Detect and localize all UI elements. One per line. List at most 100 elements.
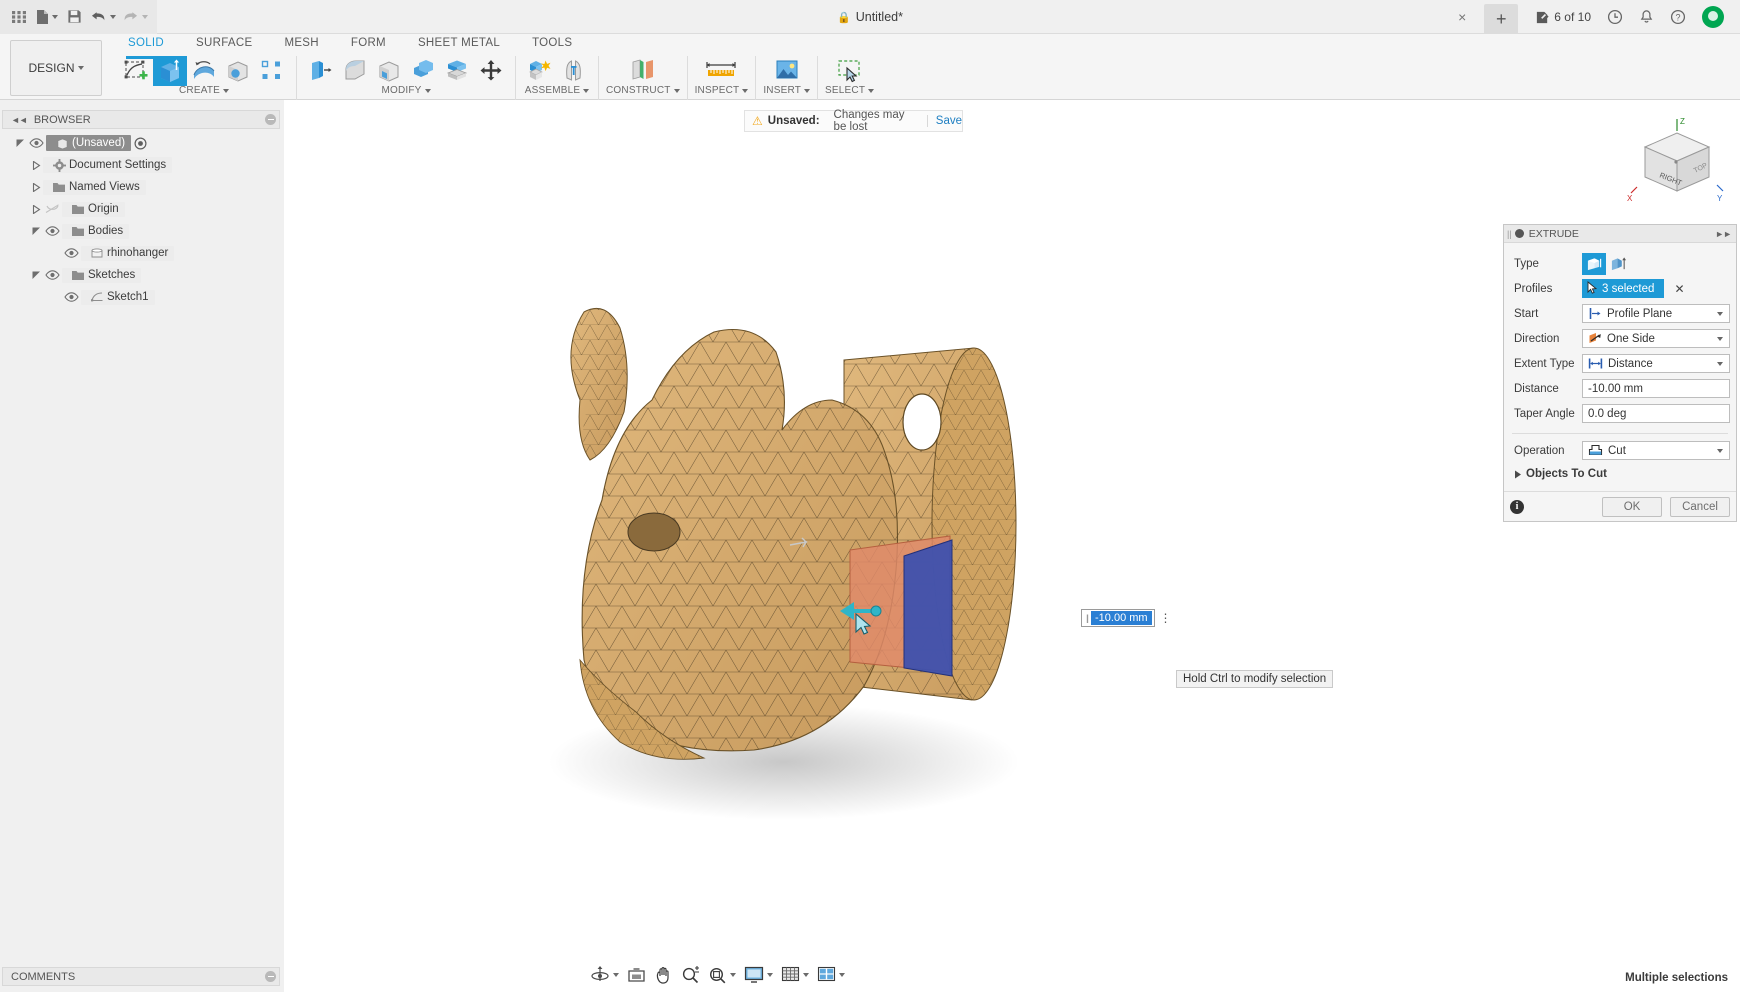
fillet-icon[interactable] xyxy=(338,56,372,86)
jobs-icon[interactable]: 6 of 10 xyxy=(1526,0,1599,34)
panel-label-inspect[interactable]: INSPECT xyxy=(695,85,749,96)
visibility-eye-off-icon[interactable] xyxy=(43,204,62,214)
twisty-open-icon[interactable] xyxy=(30,220,43,242)
chevron-down-icon[interactable] xyxy=(110,15,116,19)
extent-type-dropdown[interactable]: Distance xyxy=(1582,354,1730,373)
insert-image-icon[interactable] xyxy=(765,56,809,86)
orbit-icon[interactable] xyxy=(586,963,623,987)
tree-item-unsaved[interactable]: (Unsaved) xyxy=(0,132,283,154)
ok-button[interactable]: OK xyxy=(1602,497,1662,517)
chevron-down-icon[interactable] xyxy=(142,15,148,19)
chevron-down-icon[interactable] xyxy=(868,89,874,93)
taper-angle-input[interactable]: 0.0 deg xyxy=(1582,404,1730,423)
info-icon[interactable]: i xyxy=(1510,500,1524,514)
rectangular-pattern-icon[interactable] xyxy=(255,56,289,86)
clear-x-icon[interactable]: ✕ xyxy=(1674,282,1684,296)
more-options-icon[interactable]: ⋮ xyxy=(1158,609,1172,627)
zoom-icon[interactable] xyxy=(677,963,704,987)
extrude-edge-icon[interactable] xyxy=(1606,253,1630,275)
comments-panel[interactable]: COMMENTS xyxy=(2,967,280,986)
extrude-dialog-header[interactable]: || EXTRUDE ►► xyxy=(1504,225,1736,243)
chevron-down-icon[interactable] xyxy=(78,66,84,70)
collapse-icon[interactable] xyxy=(1515,229,1524,238)
tree-item-sketch1[interactable]: Sketch1 xyxy=(0,286,283,308)
file-icon[interactable] xyxy=(32,4,61,30)
twisty-closed-icon[interactable] xyxy=(30,154,43,176)
drag-grip-icon[interactable]: || xyxy=(1507,229,1512,239)
revolve-icon[interactable] xyxy=(187,56,221,86)
extrude-icon[interactable] xyxy=(153,56,187,86)
visibility-eye-icon[interactable] xyxy=(43,270,62,280)
tab-sheet-metal[interactable]: SHEET METAL xyxy=(402,34,516,56)
chevron-down-icon[interactable] xyxy=(1717,337,1723,341)
joint-icon[interactable] xyxy=(557,56,591,86)
viewports-icon[interactable] xyxy=(813,963,849,987)
chevron-down-icon[interactable] xyxy=(803,973,809,977)
panel-label-modify[interactable]: MODIFY xyxy=(381,85,430,96)
section-objects-to-cut[interactable]: Objects To Cut xyxy=(1510,463,1730,485)
view-cube[interactable]: RIGHT TOP Z X Y xyxy=(1625,115,1727,205)
new-tab-button[interactable]: + xyxy=(1476,0,1526,34)
chevron-down-icon[interactable] xyxy=(730,973,736,977)
operation-dropdown[interactable]: Cut xyxy=(1582,441,1730,460)
move-copy-icon[interactable] xyxy=(474,56,508,86)
display-settings-icon[interactable] xyxy=(740,963,777,987)
inline-dimension-value[interactable]: -10.00 mm xyxy=(1091,611,1152,625)
clock-icon[interactable] xyxy=(1599,0,1631,34)
extrude-profile-icon[interactable] xyxy=(1582,253,1606,275)
panel-label-insert[interactable]: INSERT xyxy=(763,85,810,96)
expand-right-icon[interactable]: ►► xyxy=(1715,229,1731,239)
tree-item-bodies[interactable]: Bodies xyxy=(0,220,283,242)
chevron-down-icon[interactable] xyxy=(1717,449,1723,453)
chevron-down-icon[interactable] xyxy=(839,973,845,977)
chevron-down-icon[interactable] xyxy=(223,89,229,93)
account-avatar[interactable] xyxy=(1694,0,1740,34)
pan-icon[interactable] xyxy=(650,963,677,987)
select-icon[interactable] xyxy=(828,56,872,86)
avatar[interactable] xyxy=(1702,6,1724,28)
chevron-down-icon[interactable] xyxy=(583,89,589,93)
workspace-switcher[interactable]: DESIGN xyxy=(10,40,102,96)
chevron-down-icon[interactable] xyxy=(804,89,810,93)
cancel-button[interactable]: Cancel xyxy=(1670,497,1730,517)
offset-face-icon[interactable] xyxy=(440,56,474,86)
tree-item-rhinohanger[interactable]: rhinohanger xyxy=(0,242,283,264)
chevron-down-icon[interactable] xyxy=(613,973,619,977)
visibility-eye-icon[interactable] xyxy=(43,226,62,236)
active-component-radio-icon[interactable] xyxy=(131,137,150,150)
panel-label-assemble[interactable]: ASSEMBLE xyxy=(525,85,590,96)
tree-item-origin[interactable]: Origin xyxy=(0,198,283,220)
redo-icon[interactable] xyxy=(119,4,151,30)
chevron-down-icon[interactable] xyxy=(1717,362,1723,366)
tree-item-sketches[interactable]: Sketches xyxy=(0,264,283,286)
shell-icon[interactable] xyxy=(372,56,406,86)
twisty-closed-icon[interactable] xyxy=(30,198,43,220)
panel-label-select[interactable]: SELECT xyxy=(825,85,874,96)
tab-tools[interactable]: TOOLS xyxy=(516,34,588,56)
press-pull-icon[interactable] xyxy=(304,56,338,86)
help-icon[interactable]: ? xyxy=(1662,0,1694,34)
expand-arrow-icon[interactable] xyxy=(1510,470,1526,479)
distance-input[interactable]: -10.00 mm xyxy=(1582,379,1730,398)
tab-mesh[interactable]: MESH xyxy=(268,34,334,56)
visibility-eye-icon[interactable] xyxy=(62,292,81,302)
grid-snaps-icon[interactable] xyxy=(777,963,813,987)
app-grid-icon[interactable] xyxy=(6,4,32,30)
direction-dropdown[interactable]: One Side xyxy=(1582,329,1730,348)
tree-item-named-views[interactable]: Named Views xyxy=(0,176,283,198)
chevron-down-icon[interactable] xyxy=(674,89,680,93)
browser-options-icon[interactable] xyxy=(265,114,276,125)
panel-label-construct[interactable]: CONSTRUCT xyxy=(606,85,680,96)
tab-form[interactable]: FORM xyxy=(335,34,402,56)
visibility-eye-icon[interactable] xyxy=(27,138,46,148)
start-dropdown[interactable]: Profile Plane xyxy=(1582,304,1730,323)
chevron-down-icon[interactable] xyxy=(52,15,58,19)
inline-dimension-input[interactable]: ||| -10.00 mm xyxy=(1081,609,1155,627)
measure-icon[interactable] xyxy=(699,56,743,86)
tab-surface[interactable]: SURFACE xyxy=(180,34,268,56)
chevron-down-icon[interactable] xyxy=(1717,312,1723,316)
profiles-selection-chip[interactable]: 3 selected xyxy=(1582,279,1664,298)
drag-grip-icon[interactable]: ||| xyxy=(1082,610,1091,626)
panel-label-create[interactable]: CREATE xyxy=(179,85,229,96)
hole-icon[interactable] xyxy=(221,56,255,86)
